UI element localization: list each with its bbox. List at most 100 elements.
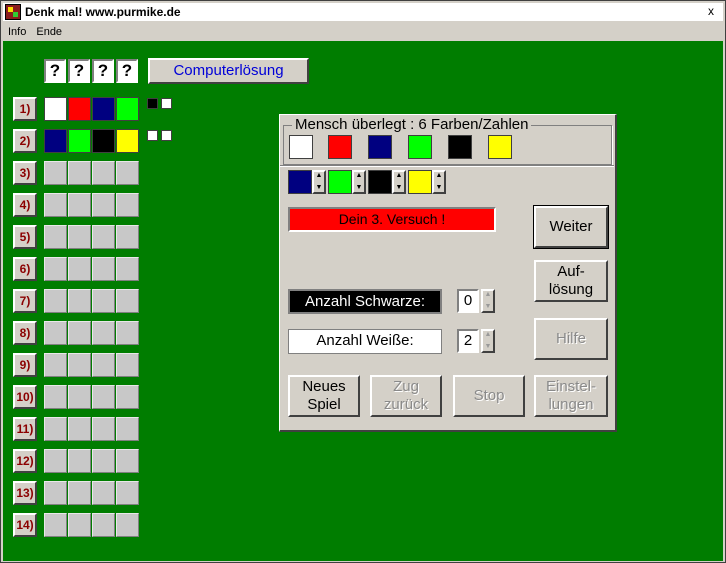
- result-peg-white: [161, 98, 172, 109]
- close-button[interactable]: x: [703, 5, 719, 19]
- row-label: 12): [13, 449, 37, 473]
- help-button[interactable]: Hilfe: [534, 318, 608, 360]
- row-label: 13): [13, 481, 37, 505]
- menu-ende[interactable]: Ende: [31, 26, 67, 38]
- undo-button[interactable]: Zug zurück: [370, 375, 442, 417]
- guess-peg: [68, 385, 91, 409]
- guess-peg: [116, 321, 139, 345]
- next-button[interactable]: Weiter: [533, 205, 609, 249]
- spin-up-icon[interactable]: ▲: [394, 172, 404, 184]
- guess-peg: [44, 481, 67, 505]
- palette-color-red[interactable]: [328, 135, 352, 159]
- guess-peg: [44, 321, 67, 345]
- spin-down-icon[interactable]: ▼: [483, 343, 493, 355]
- guess-slot-4[interactable]: [408, 170, 432, 194]
- row-label: 9): [13, 353, 37, 377]
- spin-up-icon[interactable]: ▲: [434, 172, 444, 184]
- undo-label-2: zurück: [383, 396, 429, 413]
- palette-group-title: Mensch überlegt : 6 Farben/Zahlen: [292, 116, 532, 133]
- settings-button[interactable]: Einstel- lungen: [534, 375, 608, 417]
- game-board: ? ? ? ? Computerlösung Mensch überlegt :…: [3, 41, 723, 561]
- spin-down-icon[interactable]: ▼: [483, 303, 493, 315]
- guess-peg: [68, 417, 91, 441]
- guess-peg: [116, 353, 139, 377]
- solution-button[interactable]: Auf- lösung: [534, 260, 608, 302]
- guess-peg: [92, 161, 115, 185]
- row-label: 6): [13, 257, 37, 281]
- palette-color-yellow[interactable]: [488, 135, 512, 159]
- window-title: Denk mal! www.purmike.de: [25, 5, 181, 19]
- guess-slot-2[interactable]: [328, 170, 352, 194]
- guess-peg: [92, 193, 115, 217]
- spin-up-icon[interactable]: ▲: [314, 172, 324, 184]
- palette-color-white[interactable]: [289, 135, 313, 159]
- guess-slot-1[interactable]: [288, 170, 312, 194]
- spin-down-icon[interactable]: ▼: [394, 184, 404, 196]
- app-window: Denk mal! www.purmike.de x Info Ende ? ?…: [0, 0, 726, 563]
- guess-peg: [116, 97, 139, 121]
- guess-peg: [44, 353, 67, 377]
- spin-up-icon[interactable]: ▲: [483, 331, 493, 343]
- guess-slot-3[interactable]: [368, 170, 392, 194]
- guess-peg: [116, 449, 139, 473]
- row-label: 10): [13, 385, 37, 409]
- computer-solution-button[interactable]: Computerlösung: [148, 58, 309, 84]
- solution-label-2: lösung: [548, 281, 594, 298]
- spin-up-icon[interactable]: ▲: [354, 172, 364, 184]
- guess-peg: [68, 257, 91, 281]
- black-count-spinner[interactable]: ▲ ▼: [481, 289, 495, 313]
- guess-peg: [68, 321, 91, 345]
- spin-up-icon[interactable]: ▲: [483, 291, 493, 303]
- title-bar: Denk mal! www.purmike.de x: [3, 3, 723, 21]
- palette-color-green[interactable]: [408, 135, 432, 159]
- palette-color-black[interactable]: [448, 135, 472, 159]
- guess-peg: [116, 257, 139, 281]
- white-count-spinner[interactable]: ▲ ▼: [481, 329, 495, 353]
- guess-peg: [116, 129, 139, 153]
- guess-slot-1-spinner[interactable]: ▲ ▼: [312, 170, 326, 194]
- help-button-label: Hilfe: [555, 330, 586, 347]
- guess-peg: [116, 417, 139, 441]
- menu-info[interactable]: Info: [3, 26, 31, 38]
- secret-peg-2: ?: [68, 59, 90, 83]
- guess-peg: [68, 193, 91, 217]
- guess-peg: [116, 513, 139, 537]
- white-count-value[interactable]: 2: [457, 329, 479, 353]
- guess-slot-4-spinner[interactable]: ▲ ▼: [432, 170, 446, 194]
- guess-peg: [68, 225, 91, 249]
- guess-peg: [92, 449, 115, 473]
- spin-down-icon[interactable]: ▼: [354, 184, 364, 196]
- attempt-status: Dein 3. Versuch !: [288, 207, 496, 232]
- row-label: 14): [13, 513, 37, 537]
- settings-label-2: lungen: [548, 396, 594, 413]
- row-label: 11): [13, 417, 37, 441]
- stop-button[interactable]: Stop: [453, 375, 525, 417]
- guess-peg: [92, 513, 115, 537]
- guess-peg: [92, 225, 115, 249]
- guess-peg: [116, 193, 139, 217]
- row-label: 4): [13, 193, 37, 217]
- guess-peg: [44, 417, 67, 441]
- guess-peg: [44, 193, 67, 217]
- guess-peg: [92, 129, 115, 153]
- secret-peg-3: ?: [92, 59, 114, 83]
- guess-peg: [68, 481, 91, 505]
- guess-peg: [68, 129, 91, 153]
- settings-label-1: Einstel-: [545, 378, 597, 395]
- guess-peg: [44, 513, 67, 537]
- guess-slot-2-spinner[interactable]: ▲ ▼: [352, 170, 366, 194]
- palette-color-navy[interactable]: [368, 135, 392, 159]
- new-game-button[interactable]: Neues Spiel: [288, 375, 360, 417]
- guess-peg: [68, 97, 91, 121]
- guess-peg: [92, 417, 115, 441]
- result-peg-black: [147, 98, 158, 109]
- spin-down-icon[interactable]: ▼: [434, 184, 444, 196]
- spin-down-icon[interactable]: ▼: [314, 184, 324, 196]
- guess-peg: [116, 481, 139, 505]
- new-game-label-1: Neues: [302, 378, 346, 395]
- next-button-label: Weiter: [549, 218, 593, 235]
- black-count-value[interactable]: 0: [457, 289, 479, 313]
- row-label: 1): [13, 97, 37, 121]
- guess-peg: [116, 385, 139, 409]
- guess-slot-3-spinner[interactable]: ▲ ▼: [392, 170, 406, 194]
